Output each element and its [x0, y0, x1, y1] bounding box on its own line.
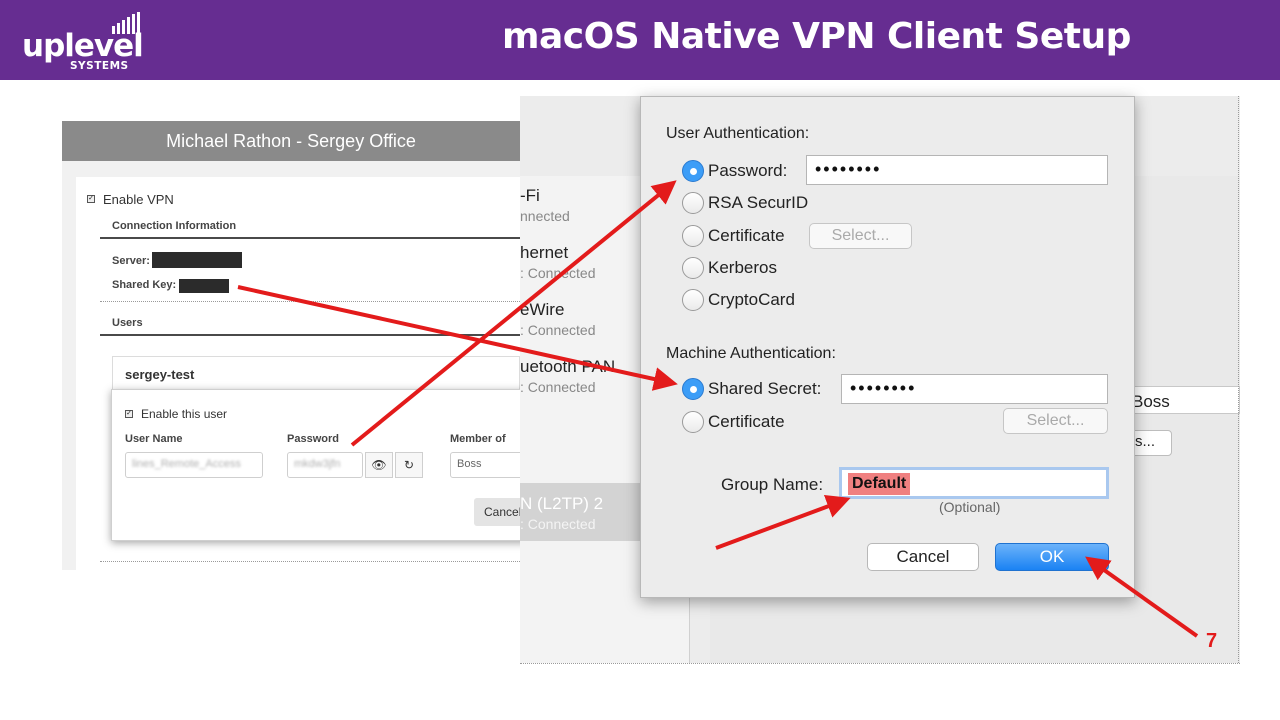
server-label: Server:	[112, 255, 150, 267]
member-of-select[interactable]: Boss	[450, 452, 520, 478]
enable-vpn-label: Enable VPN	[103, 192, 174, 207]
cryptocard-radio[interactable]	[682, 289, 704, 311]
server-redacted	[152, 252, 242, 268]
password-field[interactable]: ••••••••	[806, 155, 1108, 185]
shared-key-redacted	[179, 279, 229, 293]
dialog-ok-button[interactable]: OK	[995, 543, 1109, 571]
user-auth-heading: User Authentication:	[666, 125, 810, 142]
portal-screenshot: Michael Rathon - Sergey Office ✓ Enable …	[62, 121, 520, 570]
logo-wordmark: uplevel	[22, 28, 144, 64]
machine-certificate-label: Certificate	[708, 412, 785, 431]
dialog-cancel-button[interactable]: Cancel	[867, 543, 979, 571]
machine-auth-heading: Machine Authentication:	[666, 345, 836, 362]
edit-user-modal: ✓ Enable this user User Name Password Me…	[111, 389, 520, 541]
shared-secret-label: Shared Secret:	[708, 379, 822, 398]
interface-name[interactable]: -Fi	[520, 186, 540, 206]
regenerate-password-icon[interactable]: ↻	[395, 452, 423, 478]
step-number: 7	[1206, 630, 1218, 652]
interface-name[interactable]: N (L2TP) 2	[520, 494, 603, 514]
password-label: Password:	[708, 161, 788, 180]
machine-certificate-radio[interactable]	[682, 411, 704, 433]
group-name-field[interactable]: Default	[839, 467, 1109, 499]
enable-user-checkbox[interactable]: ✓	[125, 410, 133, 418]
kerberos-label: Kerberos	[708, 258, 777, 277]
divider	[100, 561, 520, 562]
interface-status: : Connected	[520, 322, 596, 338]
users-heading: Users	[112, 317, 143, 329]
enable-user-label: Enable this user	[141, 407, 228, 421]
certificate-label: Certificate	[708, 226, 785, 245]
enable-vpn-checkbox[interactable]: ✓	[87, 195, 95, 203]
rsa-securid-radio[interactable]	[682, 192, 704, 214]
kerberos-radio[interactable]	[682, 257, 704, 279]
shared-key-label: Shared Key:	[112, 279, 177, 291]
rsa-securid-label: RSA SecurID	[708, 193, 809, 212]
interface-name[interactable]: hernet	[520, 243, 568, 263]
divider	[100, 301, 520, 302]
slide: uplevel SYSTEMS macOS Native VPN Client …	[0, 0, 1280, 720]
user-name: sergey-test	[125, 367, 195, 382]
interface-status: nnected	[520, 208, 570, 224]
member-of-column: Member of	[450, 433, 506, 445]
account-value: Boss	[1132, 392, 1170, 411]
section-divider	[100, 237, 520, 239]
page-title: macOS Native VPN Client Setup	[502, 16, 1131, 57]
optional-hint: (Optional)	[939, 499, 1001, 515]
authentication-dialog: User Authentication: Password: •••••••• …	[640, 96, 1135, 598]
divider	[1238, 96, 1239, 663]
interface-status: : Connected	[520, 265, 596, 281]
cancel-button[interactable]: Cancel	[474, 498, 520, 526]
cryptocard-label: CryptoCard	[708, 290, 795, 309]
section-divider	[100, 334, 520, 336]
group-name-label: Group Name:	[721, 475, 824, 494]
portal-header: Michael Rathon - Sergey Office	[62, 121, 520, 161]
certificate-radio[interactable]	[682, 225, 704, 247]
header-banner: uplevel SYSTEMS macOS Native VPN Client …	[0, 0, 1280, 80]
divider	[520, 663, 1240, 664]
certificate-select-button[interactable]: Select...	[809, 223, 912, 249]
interface-status: : Connected	[520, 516, 596, 532]
user-name-column: User Name	[125, 433, 183, 445]
password-radio[interactable]	[682, 160, 704, 182]
group-name-value: Default	[848, 473, 911, 495]
logo: uplevel SYSTEMS	[22, 10, 152, 76]
show-password-icon[interactable]: 👁	[365, 452, 393, 478]
logo-subtext: SYSTEMS	[70, 60, 129, 72]
machine-certificate-select-button[interactable]: Select...	[1003, 408, 1108, 434]
user-name-input[interactable]: lines_Remote_Access	[125, 452, 263, 478]
interface-name[interactable]: eWire	[520, 300, 564, 320]
password-column: Password	[287, 433, 339, 445]
connection-info-heading: Connection Information	[112, 220, 237, 232]
interface-name[interactable]: uetooth PAN	[520, 357, 615, 377]
shared-secret-radio[interactable]	[682, 378, 704, 400]
shared-secret-field[interactable]: ••••••••	[841, 374, 1108, 404]
interface-status: : Connected	[520, 379, 596, 395]
password-input[interactable]: mkdw3jfn	[287, 452, 363, 478]
